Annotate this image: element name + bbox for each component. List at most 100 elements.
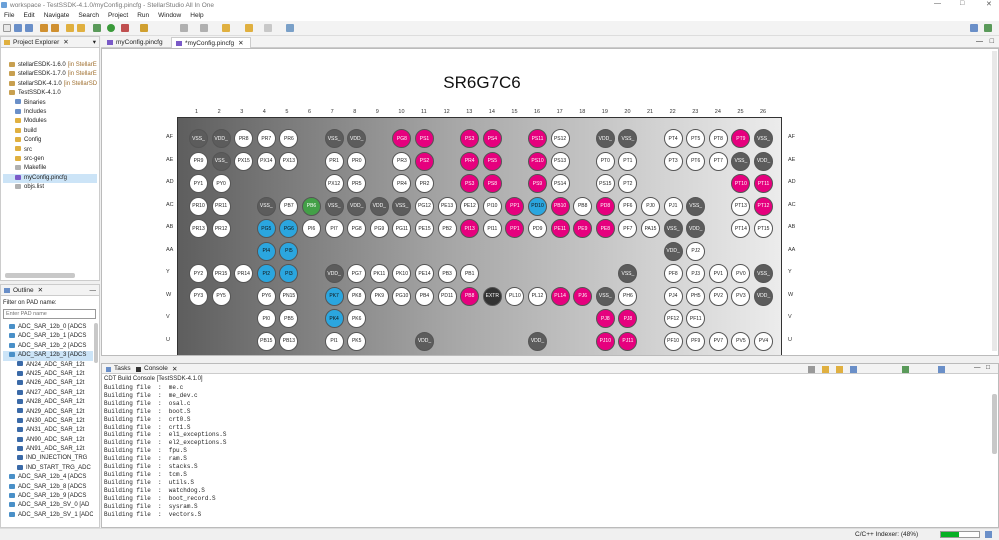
- pin-af-4[interactable]: PR7: [256, 129, 276, 148]
- pin-y-8[interactable]: PG7: [347, 264, 367, 283]
- pin-ac-22[interactable]: PJ1: [663, 196, 683, 216]
- pin-ac-23[interactable]: VSS_: [686, 196, 706, 216]
- minimize-icon[interactable]: —: [934, 0, 941, 7]
- pin-ab-11[interactable]: PE15: [415, 219, 434, 238]
- pin-ae-3[interactable]: PX15: [234, 151, 254, 171]
- pin-ab-13[interactable]: PI13: [460, 219, 480, 238]
- pin-aa-22[interactable]: VDD_: [663, 241, 683, 261]
- build-icon[interactable]: [40, 24, 48, 32]
- outline-item[interactable]: AN29_ADC_SAR_12t: [3, 408, 93, 417]
- pin-ae-20[interactable]: PT1: [618, 151, 638, 171]
- pin-ad-1[interactable]: PY1: [189, 174, 208, 193]
- pin-af-16[interactable]: PS11: [528, 129, 547, 148]
- pin-ae-25[interactable]: VSS_: [731, 151, 751, 171]
- pin-ae-16[interactable]: PS10: [528, 151, 547, 171]
- pin-ab-26[interactable]: PT15: [754, 219, 773, 238]
- pin-af-1[interactable]: VSS_: [189, 129, 208, 148]
- pin-af-7[interactable]: VSS_: [324, 129, 344, 148]
- pin-ae-1[interactable]: PR9: [189, 151, 208, 171]
- pin-ac-26[interactable]: PT12: [754, 196, 773, 216]
- outline-item[interactable]: ADC_SAR_12b_4 [ADCS: [3, 473, 93, 482]
- pin-ad-25[interactable]: PT10: [731, 174, 751, 193]
- pin-ac-19[interactable]: PD8: [595, 196, 615, 216]
- pin-w-1[interactable]: PY3: [189, 286, 208, 306]
- pin-af-22[interactable]: PT4: [663, 129, 683, 148]
- pin-w-8[interactable]: PK8: [347, 286, 367, 306]
- pin-af-26[interactable]: VSS_: [754, 129, 773, 148]
- pin-ac-20[interactable]: PF6: [618, 196, 638, 216]
- pin-af-20[interactable]: VSS_: [618, 129, 638, 148]
- outline-item[interactable]: AN27_ADC_SAR_12t: [3, 389, 93, 398]
- prev-annotation-icon[interactable]: [200, 24, 208, 32]
- pin-ae-8[interactable]: PR0: [347, 151, 367, 171]
- pin-ad-26[interactable]: PT11: [754, 174, 773, 193]
- menu-edit[interactable]: Edit: [23, 12, 34, 19]
- pin-w-25[interactable]: PV3: [731, 286, 751, 306]
- arrow-right-icon[interactable]: [286, 24, 294, 32]
- pin-af-10[interactable]: PG8: [392, 129, 412, 148]
- pin-u-24[interactable]: PV7: [708, 331, 728, 351]
- outline-item[interactable]: AN31_ADC_SAR_12t: [3, 426, 93, 435]
- undo-icon[interactable]: [66, 24, 74, 32]
- pin-ac-18[interactable]: PB8: [573, 196, 593, 216]
- pin-ab-15[interactable]: PP1: [505, 219, 525, 238]
- pin-y-7[interactable]: VDD_: [324, 264, 344, 283]
- menu-window[interactable]: Window: [158, 12, 181, 19]
- back-icon[interactable]: [222, 24, 230, 32]
- pin-ad-8[interactable]: PR5: [347, 174, 367, 193]
- pin-ab-7[interactable]: PI7: [324, 219, 344, 238]
- pin-ab-23[interactable]: VDD_: [686, 219, 706, 238]
- outline-item[interactable]: ADC_SAR_12b_0 [ADCS: [3, 323, 93, 332]
- pin-v-22[interactable]: PF12: [663, 309, 683, 328]
- pin-v-8[interactable]: PK6: [347, 309, 367, 328]
- pin-ae-24[interactable]: PT7: [708, 151, 728, 171]
- pin-y-10[interactable]: PK10: [392, 264, 412, 283]
- outline-item[interactable]: ADC_SAR_12b_SV_0 [AD: [3, 501, 93, 510]
- vertical-scrollbar[interactable]: [992, 394, 997, 454]
- pin-ac-2[interactable]: PR11: [211, 196, 231, 216]
- pin-ad-2[interactable]: PY0: [211, 174, 231, 193]
- pin-y-9[interactable]: PK11: [369, 264, 389, 283]
- menu-project[interactable]: Project: [108, 12, 128, 19]
- pin-ac-21[interactable]: PJ0: [641, 196, 660, 216]
- pin-ac-1[interactable]: PR10: [189, 196, 208, 216]
- pin-ae-10[interactable]: PR3: [392, 151, 412, 171]
- pin-ab-25[interactable]: PT14: [731, 219, 751, 238]
- pin-ab-4[interactable]: PG5: [256, 219, 276, 238]
- pin-ac-5[interactable]: PB7: [279, 196, 299, 216]
- pin-ab-17[interactable]: PE11: [550, 219, 570, 238]
- pin-af-17[interactable]: PS12: [550, 129, 570, 148]
- pin-ab-8[interactable]: PG8: [347, 219, 367, 238]
- menu-file[interactable]: File: [4, 12, 14, 19]
- vertical-scrollbar[interactable]: [992, 51, 997, 351]
- outline-item[interactable]: IND_INJECTION_TRG: [3, 454, 93, 463]
- save-all-icon[interactable]: [25, 24, 33, 32]
- pin-ab-19[interactable]: PE8: [595, 219, 615, 238]
- run-icon[interactable]: [107, 24, 115, 32]
- pin-v-4[interactable]: PI0: [256, 309, 276, 328]
- pin-y-3[interactable]: PR14: [234, 264, 254, 283]
- pin-w-19[interactable]: VSS_: [595, 286, 615, 306]
- tree-item[interactable]: myConfig.pincfg: [3, 173, 97, 184]
- close-tab-icon[interactable]: ✕: [63, 38, 68, 46]
- pin-w-9[interactable]: PK9: [369, 286, 389, 306]
- pin-y-12[interactable]: PB3: [437, 264, 457, 283]
- pin-ab-6[interactable]: PI6: [302, 219, 321, 238]
- outline-item[interactable]: AN25_ADC_SAR_12t: [3, 370, 93, 379]
- pin-w-26[interactable]: VDD_: [754, 286, 773, 306]
- outline-item[interactable]: ADC_SAR_12b_3 [ADCS: [3, 351, 93, 361]
- pin-ab-9[interactable]: PG9: [369, 219, 389, 238]
- pin-ae-14[interactable]: PS5: [482, 151, 502, 171]
- pin-ae-2[interactable]: VSS_: [211, 151, 231, 171]
- tree-item[interactable]: TestSSDK-4.1.0: [3, 89, 97, 98]
- pin-u-22[interactable]: PF10: [663, 331, 683, 351]
- pin-y-25[interactable]: PV0: [731, 264, 751, 283]
- project-explorer-tab[interactable]: Project Explorer: [13, 39, 59, 46]
- pin-ae-23[interactable]: PT6: [686, 151, 706, 171]
- pin-v-7[interactable]: PK4: [324, 309, 344, 328]
- search-icon[interactable]: [140, 24, 148, 32]
- pin-ac-15[interactable]: PP1: [505, 196, 525, 216]
- pin-w-20[interactable]: PH6: [618, 286, 638, 306]
- tab-myconfig-1[interactable]: myConfig.pincfg: [103, 37, 169, 48]
- pin-ad-7[interactable]: PX12: [324, 174, 344, 193]
